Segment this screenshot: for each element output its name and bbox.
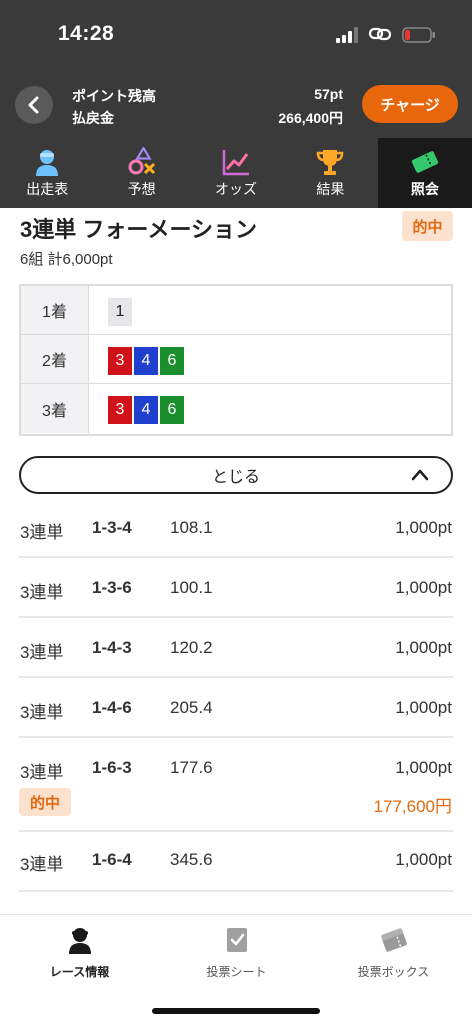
- bet-row: 3連単 1-3-6 100.1 1,000pt: [0, 568, 472, 628]
- tab-inquiry[interactable]: 照会: [377, 138, 472, 208]
- cellular-signal-icon: [336, 27, 358, 43]
- tab-label: 予想: [127, 181, 156, 197]
- bet-amount: 1,000pt: [395, 698, 452, 717]
- bet-odds: 177.6: [170, 758, 213, 777]
- bet-amount: 1,000pt: [395, 638, 452, 657]
- status-bar: 14:28: [0, 0, 472, 72]
- boat-number: 1: [108, 298, 132, 326]
- nav-label: 投票ボックス: [357, 965, 430, 979]
- balance-value: 57pt: [314, 86, 343, 102]
- bet-combination: 1-3-6: [92, 578, 132, 597]
- bet-odds: 345.6: [170, 850, 213, 869]
- refund-label: 払戻金: [72, 110, 114, 126]
- bet-type: 3連単: [20, 643, 64, 662]
- tab-results[interactable]: 結果: [283, 138, 377, 208]
- home-indicator: [152, 1008, 320, 1014]
- tab-label: 照会: [410, 181, 439, 197]
- trophy-icon: [317, 150, 344, 175]
- bet-odds: 120.2: [170, 638, 213, 657]
- nav-voting-sheet[interactable]: 投票シート: [158, 925, 315, 980]
- bet-type: 3連単: [20, 763, 64, 782]
- odds-chart-icon: [222, 150, 250, 176]
- row-divider: [19, 830, 453, 832]
- charge-button[interactable]: チャージ: [362, 85, 458, 123]
- row-divider: [19, 890, 453, 892]
- boat-number: 4: [134, 396, 158, 424]
- tab-label: オッズ: [215, 181, 258, 197]
- formation-row-2nd: 2着 3 4 6: [21, 335, 451, 384]
- formation-row-1st: 1着 1: [21, 286, 451, 335]
- back-button[interactable]: [15, 86, 53, 124]
- collapse-label: とじる: [211, 469, 260, 486]
- race-tabs: 出走表 予想 オッズ 結果 照会: [0, 138, 472, 208]
- points-header: ポイント残高 払戻金 57pt 266,400円 チャージ: [0, 72, 472, 138]
- bet-combination: 1-6-4: [92, 850, 132, 869]
- boat-number: 3: [108, 396, 132, 424]
- link-icon: [368, 27, 392, 41]
- bet-type: 3連単: [20, 703, 64, 722]
- formation-table: 1着 1 2着 3 4 6 3着 3 4 6: [19, 284, 453, 436]
- row-divider: [19, 676, 453, 678]
- ticket-icon: [411, 151, 439, 173]
- boat-number: 6: [160, 347, 184, 375]
- bet-title: 3連単 フォーメーション: [20, 217, 258, 242]
- tickets-icon: [380, 928, 407, 952]
- hit-badge: 的中: [402, 211, 453, 241]
- boat-number: 6: [160, 396, 184, 424]
- nav-race-info[interactable]: レース情報: [1, 925, 158, 980]
- formation-label: 3着: [21, 384, 89, 433]
- prediction-icon: [128, 147, 155, 175]
- bet-combination: 1-4-6: [92, 698, 132, 717]
- row-divider: [19, 616, 453, 618]
- bet-row: 3連単 1-3-4 108.1 1,000pt: [0, 508, 472, 568]
- chevron-left-icon: [28, 96, 39, 114]
- bet-odds: 205.4: [170, 698, 213, 717]
- battery-icon: [402, 27, 435, 43]
- checklist-icon: [226, 928, 247, 952]
- payout-amount: 177,600円: [373, 797, 452, 816]
- boat-number: 3: [108, 347, 132, 375]
- bet-combination: 1-4-3: [92, 638, 132, 657]
- bet-row: 3連単 1-4-6 205.4 1,000pt: [0, 688, 472, 748]
- status-time: 14:28: [58, 22, 115, 45]
- tab-label: 結果: [316, 181, 345, 197]
- collapse-button[interactable]: とじる: [19, 456, 453, 494]
- bet-amount: 1,000pt: [395, 850, 452, 869]
- row-divider: [19, 556, 453, 558]
- bet-row-hit: 3連単 1-6-3 177.6 1,000pt 的中 177,600円: [0, 748, 472, 842]
- bet-amount: 1,000pt: [395, 518, 452, 537]
- bet-amount: 1,000pt: [395, 578, 452, 597]
- racer-icon: [36, 150, 59, 176]
- formation-label: 2着: [21, 335, 89, 383]
- bet-odds: 108.1: [170, 518, 213, 537]
- nav-label: レース情報: [49, 965, 110, 979]
- bet-row: 3連単 1-4-3 120.2 1,000pt: [0, 628, 472, 688]
- bet-detail: 3連単 フォーメーション 的中 6組 計6,000pt 1着 1 2着 3 4 …: [0, 208, 472, 914]
- tab-odds[interactable]: オッズ: [189, 138, 283, 208]
- nav-label: 投票シート: [206, 965, 267, 979]
- boat-number: 4: [134, 347, 158, 375]
- bet-type: 3連単: [20, 583, 64, 602]
- bet-row: 3連単 1-6-4 345.6 1,000pt: [0, 842, 472, 902]
- bet-type: 3連単: [20, 855, 64, 874]
- formation-row-3rd: 3着 3 4 6: [21, 384, 451, 433]
- formation-label: 1着: [21, 286, 89, 334]
- bet-combination: 1-3-4: [92, 518, 132, 537]
- bet-amount: 1,000pt: [395, 758, 452, 777]
- racer-icon: [68, 928, 91, 954]
- row-divider: [19, 736, 453, 738]
- refund-value: 266,400円: [278, 110, 343, 126]
- hit-badge: 的中: [19, 788, 71, 816]
- bet-type: 3連単: [20, 523, 64, 542]
- bet-odds: 100.1: [170, 578, 213, 597]
- bet-summary: 6組 計6,000pt: [20, 251, 113, 268]
- chevron-up-icon: [411, 469, 429, 481]
- nav-voting-box[interactable]: 投票ボックス: [315, 925, 472, 980]
- tab-label: 出走表: [26, 181, 69, 197]
- bet-combination: 1-6-3: [92, 758, 132, 777]
- tab-entries[interactable]: 出走表: [0, 138, 94, 208]
- balance-label: ポイント残高: [72, 88, 156, 104]
- tab-prediction[interactable]: 予想: [94, 138, 188, 208]
